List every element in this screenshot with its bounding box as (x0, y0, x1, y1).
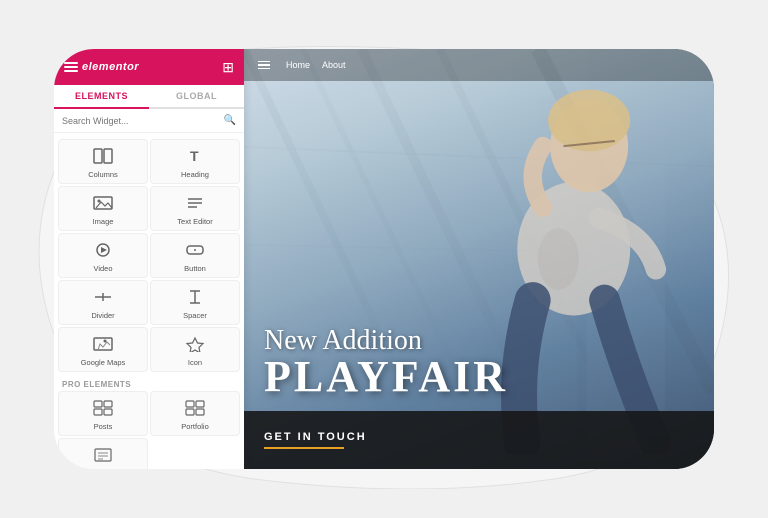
widget-text-editor-label: Text Editor (177, 217, 212, 226)
video-icon (93, 242, 113, 262)
columns-icon (93, 148, 113, 168)
cta-button[interactable]: GET IN TOUCH (264, 431, 367, 449)
preview-area: Home About New Addition PLAYFAIR GET IN … (244, 49, 714, 469)
icon-widget-icon (185, 336, 205, 356)
widget-spacer[interactable]: Spacer (150, 280, 240, 325)
widget-button-label: Button (184, 264, 206, 273)
widget-image[interactable]: Image (58, 186, 148, 231)
widget-video-label: Video (93, 264, 112, 273)
widget-icon[interactable]: Icon (150, 327, 240, 372)
elements-grid: Columns T Heading Image (54, 133, 244, 469)
pro-elements-label: PRO ELEMENTS (58, 376, 240, 391)
widget-posts-label: Posts (94, 422, 113, 431)
scene: elementor ⊞ ELEMENTS GLOBAL 🔍 (0, 0, 768, 518)
widget-columns[interactable]: Columns (58, 139, 148, 184)
tab-global[interactable]: GLOBAL (149, 85, 244, 107)
divider-icon (93, 289, 113, 309)
widget-google-maps-label: Google Maps (81, 358, 126, 367)
widget-divider[interactable]: Divider (58, 280, 148, 325)
basic-widgets-grid: Columns T Heading Image (58, 139, 240, 372)
google-maps-icon (93, 336, 113, 356)
widget-spacer-label: Spacer (183, 311, 207, 320)
display-headline: PLAYFAIR (264, 355, 508, 399)
grid-icon[interactable]: ⊞ (222, 59, 234, 76)
svg-text:T: T (190, 148, 199, 164)
spacer-icon (185, 289, 205, 309)
button-icon (185, 242, 205, 262)
tab-elements[interactable]: ELEMENTS (54, 85, 149, 109)
cta-area: GET IN TOUCH (244, 411, 714, 469)
hamburger-icon[interactable] (64, 62, 78, 72)
widget-heading[interactable]: T Heading (150, 139, 240, 184)
cta-label: GET IN TOUCH (264, 431, 367, 443)
preview-hamburger[interactable] (258, 61, 270, 70)
widget-portfolio-label: Portfolio (181, 422, 209, 431)
script-headline: New Addition (264, 327, 508, 355)
topbar-left: elementor (64, 61, 139, 73)
widget-divider-label: Divider (91, 311, 114, 320)
brand-name: elementor (82, 61, 139, 73)
widget-columns-label: Columns (88, 170, 118, 179)
image-icon (93, 195, 113, 215)
nav-about[interactable]: About (322, 60, 346, 70)
form-icon (93, 447, 113, 467)
nav-home[interactable]: Home (286, 60, 310, 70)
pro-widgets-grid: Posts Portfolio Form (58, 391, 240, 469)
preview-navbar: Home About (244, 49, 714, 81)
content-wrapper: elementor ⊞ ELEMENTS GLOBAL 🔍 (54, 49, 714, 469)
widget-posts[interactable]: Posts (58, 391, 148, 436)
widget-button[interactable]: Button (150, 233, 240, 278)
widget-google-maps[interactable]: Google Maps (58, 327, 148, 372)
widget-video[interactable]: Video (58, 233, 148, 278)
sidebar-tabs: ELEMENTS GLOBAL (54, 85, 244, 109)
elementor-sidebar: elementor ⊞ ELEMENTS GLOBAL 🔍 (54, 49, 244, 469)
widget-text-editor[interactable]: Text Editor (150, 186, 240, 231)
cta-underline (264, 447, 344, 449)
widget-icon-label: Icon (188, 358, 202, 367)
widget-heading-label: Heading (181, 170, 209, 179)
posts-icon (93, 400, 113, 420)
portfolio-icon (185, 400, 205, 420)
widget-image-label: Image (93, 217, 114, 226)
sidebar-search: 🔍 (54, 109, 244, 133)
heading-icon: T (185, 148, 205, 168)
nav-links: Home About (286, 60, 346, 70)
search-input[interactable] (62, 116, 220, 126)
widget-portfolio[interactable]: Portfolio (150, 391, 240, 436)
sidebar-topbar: elementor ⊞ (54, 49, 244, 85)
widget-form[interactable]: Form (58, 438, 148, 469)
text-overlay: New Addition PLAYFAIR (264, 327, 508, 399)
search-icon: 🔍 (224, 115, 236, 126)
text-editor-icon (185, 195, 205, 215)
